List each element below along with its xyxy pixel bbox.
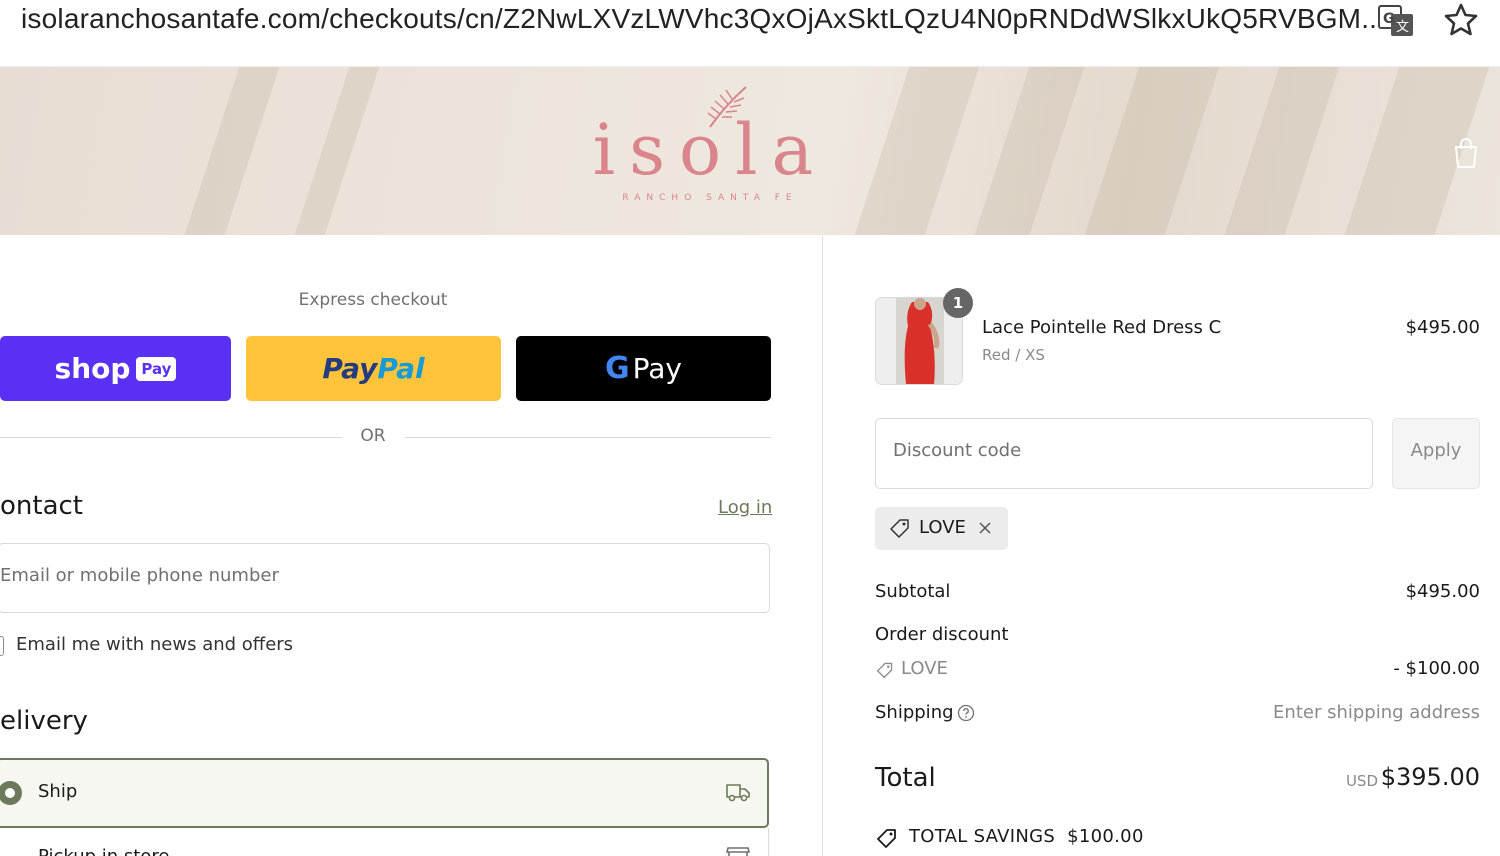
order-discount-value: - $100.00 xyxy=(1393,658,1480,679)
truck-icon xyxy=(726,784,750,802)
product-name: Lace Pointelle Red Dress C xyxy=(982,317,1222,338)
product-variant: Red / XS xyxy=(982,346,1045,364)
subtotal-label: Subtotal xyxy=(875,581,951,602)
discount-tag-icon xyxy=(890,519,909,538)
total-value: $395.00 xyxy=(1380,763,1480,791)
banner-shadow xyxy=(1074,67,1226,235)
store-header-banner: isola RANCHO SANTA FE xyxy=(0,67,1500,235)
shipping-label: Shipping xyxy=(875,702,954,723)
log-in-link[interactable]: Log in xyxy=(718,497,772,518)
email-field-placeholder: Email or mobile phone number xyxy=(0,565,279,586)
quantity-badge: 1 xyxy=(943,288,973,318)
paypal-button[interactable]: PayPal xyxy=(246,336,501,401)
store-logo[interactable]: isola RANCHO SANTA FE xyxy=(560,79,860,229)
discount-tag-icon xyxy=(876,662,893,679)
contact-heading: ontact xyxy=(0,491,84,521)
shipping-value: Enter shipping address xyxy=(1273,702,1480,723)
discount-code-placeholder: Discount code xyxy=(893,440,1022,461)
google-pay-button[interactable]: G Pay xyxy=(516,336,771,401)
help-circle-icon[interactable] xyxy=(957,704,975,722)
svg-text:G: G xyxy=(1383,11,1395,27)
or-divider-right xyxy=(405,437,771,438)
apply-discount-label: Apply xyxy=(1410,440,1462,461)
svg-text:文: 文 xyxy=(1396,20,1409,35)
product-price: $495.00 xyxy=(1405,317,1480,338)
store-icon xyxy=(726,847,750,856)
total-savings: TOTAL SAVINGS $100.00 xyxy=(909,826,1144,847)
shop-pay-wordmark: shop xyxy=(54,352,131,385)
order-discount-label: Order discount xyxy=(875,624,1009,645)
remove-discount-close-icon[interactable] xyxy=(976,519,994,537)
pickup-option-label: Pickup in store xyxy=(38,846,169,856)
translate-icon[interactable]: G 文 xyxy=(1377,2,1415,38)
google-g-icon: G xyxy=(605,351,630,386)
total-currency: USD xyxy=(1345,772,1378,790)
savings-tag-icon xyxy=(877,829,896,848)
google-pay-wordmark: Pay xyxy=(632,352,682,385)
banner-shadow xyxy=(1214,67,1346,235)
or-separator: OR xyxy=(360,426,386,446)
shopping-bag-icon[interactable] xyxy=(1452,137,1480,169)
express-checkout-label: Express checkout xyxy=(298,290,448,310)
newsletter-label[interactable]: Email me with news and offers xyxy=(16,634,293,655)
shop-pay-button[interactable]: shop Pay xyxy=(0,336,231,401)
applied-discount-code: LOVE xyxy=(919,517,966,538)
order-discount-code: LOVE xyxy=(901,658,948,679)
newsletter-checkbox[interactable] xyxy=(0,636,4,656)
ship-option-label: Ship xyxy=(38,781,78,802)
subtotal-value: $495.00 xyxy=(1405,581,1480,602)
shop-pay-badge: Pay xyxy=(136,356,177,381)
delivery-heading: elivery xyxy=(0,706,88,736)
url-text[interactable]: isolaranchosantafe.com/checkouts/cn/Z2Nw… xyxy=(21,3,1385,35)
browser-address-bar[interactable]: isolaranchosantafe.com/checkouts/cn/Z2Nw… xyxy=(0,0,1500,67)
column-divider xyxy=(822,235,823,856)
ship-option[interactable] xyxy=(0,758,769,828)
paypal-wordmark: PayPal xyxy=(322,352,425,385)
banner-shadow xyxy=(284,67,386,235)
logo-subtext: RANCHO SANTA FE xyxy=(622,193,798,203)
banner-shadow xyxy=(174,67,286,235)
banner-shadow xyxy=(964,67,1091,235)
bookmark-star-icon[interactable] xyxy=(1443,2,1479,38)
total-label: Total xyxy=(875,763,936,793)
banner-shadow xyxy=(844,67,986,235)
or-divider-left xyxy=(0,437,342,438)
logo-wordmark: isola xyxy=(592,109,828,191)
